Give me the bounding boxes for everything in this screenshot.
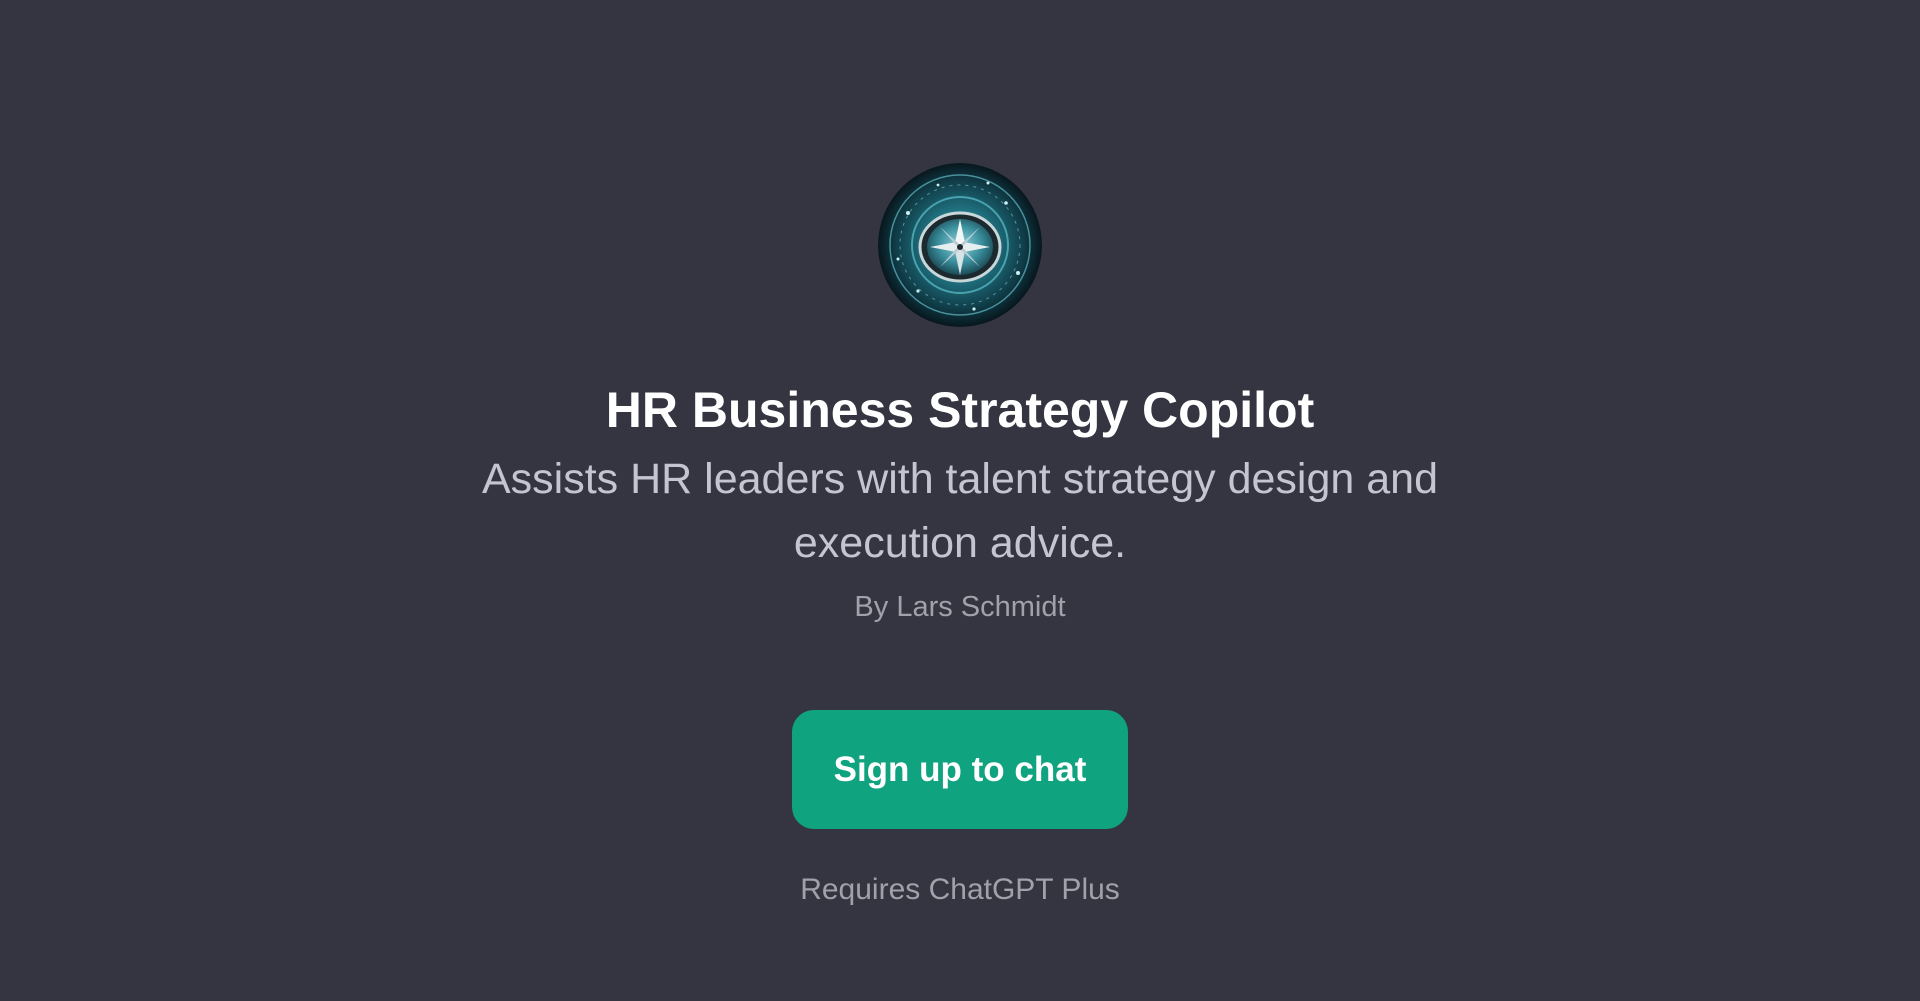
gpt-author: By Lars Schmidt bbox=[854, 591, 1066, 623]
plan-requirement-note: Requires ChatGPT Plus bbox=[800, 873, 1120, 906]
gpt-avatar bbox=[878, 163, 1042, 327]
gpt-title: HR Business Strategy Copilot bbox=[605, 382, 1315, 438]
compass-icon bbox=[878, 163, 1042, 327]
gpt-description: Assists HR leaders with talent strategy … bbox=[481, 455, 1438, 567]
sign-up-to-chat-button[interactable]: Sign up to chat bbox=[792, 710, 1128, 829]
gpt-landing-page: HR Business Strategy Copilot Assists HR … bbox=[0, 0, 1920, 1001]
